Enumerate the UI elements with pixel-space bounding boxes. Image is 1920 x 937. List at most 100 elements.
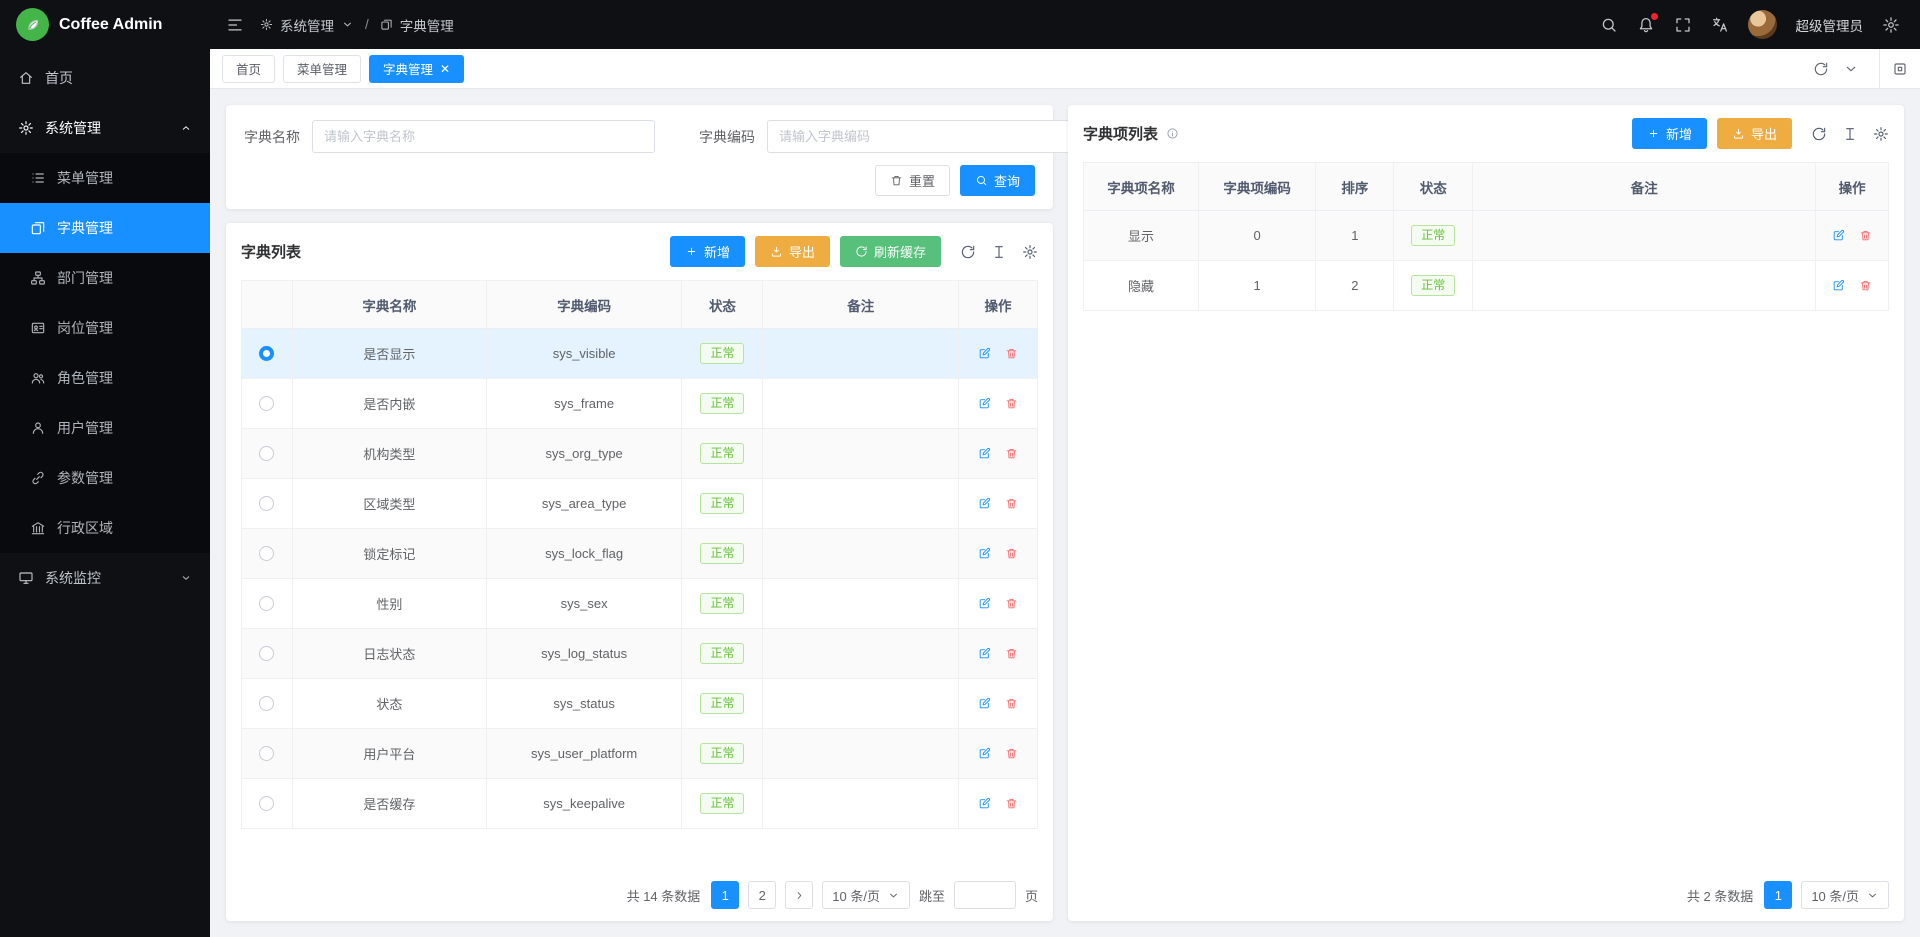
sidebar-item-label: 系统监控 [45, 568, 101, 588]
add-label: 新增 [1666, 124, 1692, 143]
edit-icon[interactable] [1832, 279, 1845, 292]
delete-icon[interactable] [1005, 447, 1018, 460]
reset-button[interactable]: 重置 [875, 165, 950, 196]
row-radio[interactable] [259, 496, 274, 511]
dict-name-input[interactable] [312, 120, 655, 153]
page-size-select[interactable]: 10 条/页 [1801, 881, 1889, 909]
delete-icon[interactable] [1005, 497, 1018, 510]
delete-icon[interactable] [1005, 797, 1018, 810]
query-button[interactable]: 查询 [960, 165, 1035, 196]
table-row[interactable]: 区域类型 sys_area_type 正常 [242, 479, 1037, 529]
table-row[interactable]: 是否内嵌 sys_frame 正常 [242, 379, 1037, 429]
maximize-icon[interactable] [1892, 61, 1908, 77]
add-dict-item-button[interactable]: 新增 [1632, 118, 1707, 149]
refresh-icon[interactable] [960, 244, 976, 260]
collapse-sidebar-icon[interactable] [226, 16, 244, 34]
search-icon[interactable] [1600, 16, 1618, 34]
close-tab-icon[interactable]: ✕ [440, 63, 450, 75]
dict-code-input[interactable] [767, 120, 1110, 153]
refresh-icon[interactable] [1813, 61, 1829, 77]
table-row[interactable]: 用户平台 sys_user_platform 正常 [242, 729, 1037, 779]
next-page-button[interactable] [785, 881, 813, 909]
table-row[interactable]: 日志状态 sys_log_status 正常 [242, 629, 1037, 679]
column-settings-gear-icon[interactable] [1022, 244, 1038, 260]
table-row[interactable]: 状态 sys_status 正常 [242, 679, 1037, 729]
table-row[interactable]: 机构类型 sys_org_type 正常 [242, 429, 1037, 479]
page-button-1[interactable]: 1 [711, 881, 739, 909]
sidebar-item-menu-mgmt[interactable]: 菜单管理 [0, 153, 210, 203]
chevron-up-icon [180, 122, 192, 134]
sidebar-item-monitor[interactable]: 系统监控 [0, 553, 210, 603]
edit-icon[interactable] [978, 347, 991, 360]
row-height-icon[interactable] [991, 244, 1007, 260]
row-radio[interactable] [259, 646, 274, 661]
export-dict-item-button[interactable]: 导出 [1717, 118, 1792, 149]
table-row[interactable]: 锁定标记 sys_lock_flag 正常 [242, 529, 1037, 579]
delete-icon[interactable] [1005, 547, 1018, 560]
edit-icon[interactable] [978, 797, 991, 810]
row-radio[interactable] [259, 346, 274, 361]
sidebar-item-dict-mgmt[interactable]: 字典管理 [0, 203, 210, 253]
sidebar-item-region[interactable]: 行政区域 [0, 503, 210, 553]
delete-icon[interactable] [1859, 229, 1872, 242]
status-badge: 正常 [700, 793, 744, 814]
table-row[interactable]: 是否缓存 sys_keepalive 正常 [242, 779, 1037, 829]
delete-icon[interactable] [1005, 647, 1018, 660]
edit-icon[interactable] [1832, 229, 1845, 242]
tab-home[interactable]: 首页 [222, 55, 275, 83]
row-radio[interactable] [259, 396, 274, 411]
edit-icon[interactable] [978, 447, 991, 460]
page-button-2[interactable]: 2 [748, 881, 776, 909]
delete-icon[interactable] [1005, 697, 1018, 710]
sidebar-item-user-mgmt[interactable]: 用户管理 [0, 403, 210, 453]
sidebar-item-home[interactable]: 首页 [0, 53, 210, 103]
add-dict-button[interactable]: 新增 [670, 236, 745, 267]
edit-icon[interactable] [978, 647, 991, 660]
sidebar-item-post-mgmt[interactable]: 岗位管理 [0, 303, 210, 353]
delete-icon[interactable] [1005, 747, 1018, 760]
edit-icon[interactable] [978, 747, 991, 760]
edit-icon[interactable] [978, 497, 991, 510]
table-row[interactable]: 性别 sys_sex 正常 [242, 579, 1037, 629]
export-dict-button[interactable]: 导出 [755, 236, 830, 267]
row-height-icon[interactable] [1842, 126, 1858, 142]
jump-page-input[interactable] [954, 881, 1016, 909]
user-avatar[interactable] [1748, 10, 1777, 39]
edit-icon[interactable] [978, 697, 991, 710]
sidebar-item-role-mgmt[interactable]: 角色管理 [0, 353, 210, 403]
username[interactable]: 超级管理员 [1796, 15, 1864, 35]
delete-icon[interactable] [1005, 347, 1018, 360]
row-radio[interactable] [259, 696, 274, 711]
edit-icon[interactable] [978, 547, 991, 560]
row-radio[interactable] [259, 546, 274, 561]
table-row[interactable]: 显示 0 1 正常 [1084, 211, 1888, 261]
delete-icon[interactable] [1005, 397, 1018, 410]
page-button-1[interactable]: 1 [1764, 881, 1792, 909]
refresh-cache-button[interactable]: 刷新缓存 [840, 236, 941, 267]
sidebar-item-dept-mgmt[interactable]: 部门管理 [0, 253, 210, 303]
sidebar-item-system[interactable]: 系统管理 [0, 103, 210, 153]
dict-code-cell: sys_frame [487, 379, 683, 429]
edit-icon[interactable] [978, 397, 991, 410]
chevron-down-icon[interactable] [1843, 61, 1859, 77]
table-row[interactable]: 隐藏 1 2 正常 [1084, 261, 1888, 311]
row-radio[interactable] [259, 596, 274, 611]
delete-icon[interactable] [1005, 597, 1018, 610]
row-radio[interactable] [259, 796, 274, 811]
page-size-select[interactable]: 10 条/页 [822, 881, 910, 909]
tab-menu-mgmt[interactable]: 菜单管理 [283, 55, 361, 83]
refresh-icon[interactable] [1811, 126, 1827, 142]
edit-icon[interactable] [978, 597, 991, 610]
delete-icon[interactable] [1859, 279, 1872, 292]
notifications-button[interactable] [1637, 16, 1655, 34]
row-radio[interactable] [259, 746, 274, 761]
breadcrumb-parent[interactable]: 系统管理 [280, 15, 334, 35]
row-radio[interactable] [259, 446, 274, 461]
settings-gear-icon[interactable] [1882, 16, 1900, 34]
column-settings-gear-icon[interactable] [1873, 126, 1889, 142]
sidebar-item-param-mgmt[interactable]: 参数管理 [0, 453, 210, 503]
translate-icon[interactable] [1711, 16, 1729, 34]
fullscreen-icon[interactable] [1674, 16, 1692, 34]
tab-dict-mgmt[interactable]: 字典管理 ✕ [369, 55, 464, 83]
table-row[interactable]: 是否显示 sys_visible 正常 [242, 329, 1037, 379]
